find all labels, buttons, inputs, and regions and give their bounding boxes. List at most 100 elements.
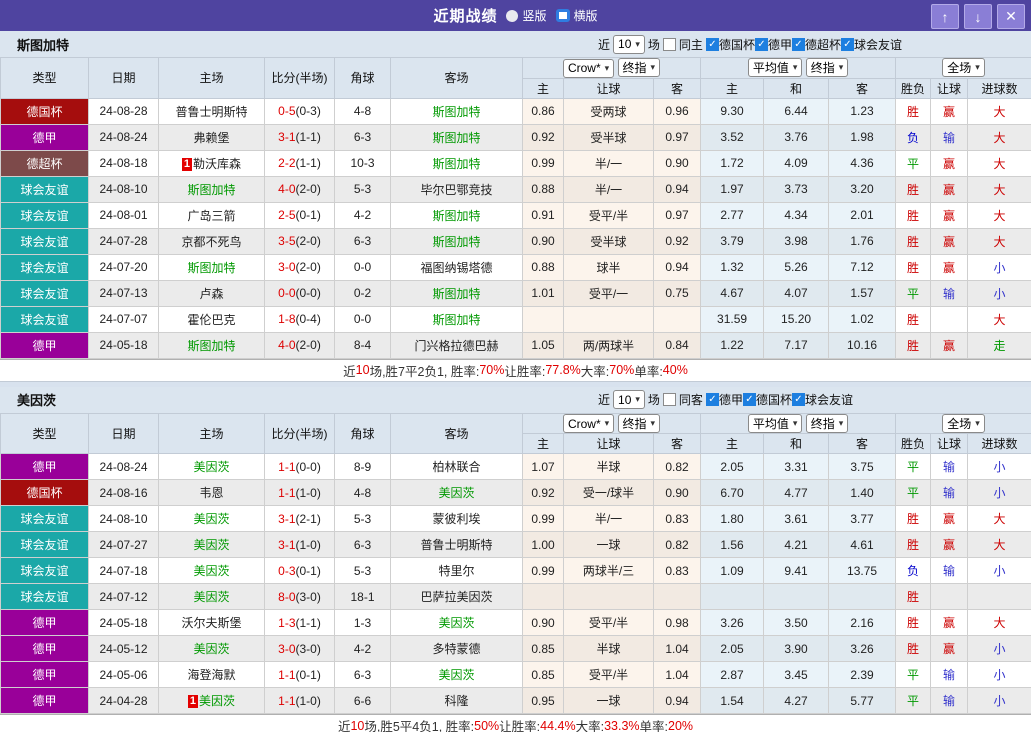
score: 1-1(0-0) [265, 454, 335, 480]
scope-group-header: 全场▾ [896, 58, 1031, 79]
same-venue-label: 同主 [679, 36, 703, 53]
league-filter-checkbox[interactable]: ✓ [841, 38, 854, 51]
col-header-type: 类型 [1, 58, 89, 99]
avg-draw: 15.20 [764, 306, 829, 332]
col-header-home: 主场 [159, 413, 265, 454]
result-goals: 小 [968, 688, 1031, 714]
subcol-handicap: 让球 [564, 434, 654, 454]
avg-home: 6.70 [701, 480, 764, 506]
away-team-name: 斯图加特 [432, 105, 480, 119]
layout-radio-horizontal[interactable]: 横版 [556, 7, 598, 24]
average-group-header: 平均值▾ 终指▾ [701, 58, 896, 79]
fulltime-score: 3-0 [278, 260, 295, 274]
scope-select[interactable]: 全场▾ [942, 58, 985, 77]
avg-home: 9.30 [701, 98, 764, 124]
odds-handicap: 受半球 [564, 228, 654, 254]
results-table: 类型 日期 主场 比分(半场) 角球 客场 Crow*▾ 终指▾ 平均值▾ 终指… [0, 57, 1031, 359]
away-team: 科隆 [391, 688, 523, 714]
average-select[interactable]: 平均值▾ [748, 414, 803, 433]
same-venue-checkbox[interactable] [663, 38, 676, 51]
match-row: 球会友谊24-07-12美因茨8-0(3-0)18-1巴萨拉美因茨胜 [1, 584, 1031, 610]
away-team: 斯图加特 [391, 306, 523, 332]
radio-selected-icon[interactable] [556, 9, 570, 22]
corner-score: 1-3 [335, 610, 391, 636]
odds-company-select[interactable]: Crow*▾ [563, 59, 614, 78]
odds-final-select[interactable]: 终指▾ [618, 58, 661, 77]
league-filter-checkbox[interactable]: ✓ [706, 393, 719, 406]
scope-select[interactable]: 全场▾ [942, 414, 985, 433]
halftime-score: (0-0) [296, 460, 321, 474]
home-team: 沃尔夫斯堡 [159, 610, 265, 636]
scope-group-header: 全场▾ [896, 413, 1031, 434]
odds-final-select[interactable]: 终指▾ [618, 414, 661, 433]
summary-segment: 50% [474, 719, 499, 732]
summary-segment: 大率: [576, 716, 604, 732]
away-team: 斯图加特 [391, 202, 523, 228]
odds-handicap: 一球 [564, 532, 654, 558]
move-down-button[interactable]: ↓ [964, 4, 992, 29]
home-team: 美因茨 [159, 532, 265, 558]
odds-company-select[interactable]: Crow*▾ [563, 414, 614, 433]
halftime-score: (2-0) [296, 234, 321, 248]
match-row: 德甲24-08-24弗赖堡3-1(1-1)6-3斯图加特0.92受半球0.973… [1, 124, 1031, 150]
home-team-name: 美因茨 [193, 564, 229, 578]
odds-away: 0.82 [654, 532, 701, 558]
summary-segment: 70% [609, 363, 634, 377]
average-final-select[interactable]: 终指▾ [806, 58, 849, 77]
chevron-down-icon: ▾ [651, 418, 656, 429]
match-count-select[interactable]: 10▾ [613, 390, 645, 409]
team-section: 斯图加特 近 10▾ 场 同主 ✓德国杯✓德甲✓德超杯✓球会友谊 类型 日期 主… [0, 31, 1031, 382]
result-outcome: 胜 [896, 254, 931, 280]
league-badge: 球会友谊 [1, 202, 89, 228]
league-badge: 球会友谊 [1, 176, 89, 202]
avg-home: 3.26 [701, 610, 764, 636]
result-outcome: 胜 [896, 202, 931, 228]
radio-icon[interactable] [506, 10, 518, 22]
same-venue-label: 同客 [679, 391, 703, 408]
odds-away: 0.84 [654, 332, 701, 358]
avg-away: 2.39 [829, 662, 896, 688]
close-button[interactable]: ✕ [997, 4, 1025, 29]
match-count-select[interactable]: 10▾ [613, 35, 645, 54]
chevron-down-icon: ▾ [605, 63, 610, 74]
match-row: 德甲24-05-12美因茨3-0(3-0)4-2多特蒙德0.85半球1.042.… [1, 636, 1031, 662]
league-badge: 德国杯 [1, 480, 89, 506]
avg-home: 3.52 [701, 124, 764, 150]
layout-radio-vertical[interactable]: 竖版 [506, 7, 546, 24]
league-filter-checkbox[interactable]: ✓ [706, 38, 719, 51]
league-badge: 德超杯 [1, 150, 89, 176]
result-handicap: 赢 [931, 98, 968, 124]
avg-draw: 3.76 [764, 124, 829, 150]
away-team: 美因茨 [391, 480, 523, 506]
corner-score: 5-3 [335, 176, 391, 202]
score: 4-0(2-0) [265, 176, 335, 202]
corner-score: 4-2 [335, 636, 391, 662]
result-handicap: 赢 [931, 636, 968, 662]
league-filter-checkbox[interactable]: ✓ [792, 393, 805, 406]
summary-segment: 70% [479, 363, 504, 377]
result-outcome: 胜 [896, 306, 931, 332]
result-outcome: 负 [896, 124, 931, 150]
summary-segment: 33.3% [604, 719, 639, 732]
league-filter-checkbox[interactable]: ✓ [755, 38, 768, 51]
move-up-button[interactable]: ↑ [931, 4, 959, 29]
average-final-select[interactable]: 终指▾ [806, 414, 849, 433]
league-badge: 球会友谊 [1, 506, 89, 532]
odds-away: 0.97 [654, 202, 701, 228]
same-venue-checkbox[interactable] [663, 393, 676, 406]
result-outcome: 平 [896, 662, 931, 688]
avg-home: 1.09 [701, 558, 764, 584]
score: 0-0(0-0) [265, 280, 335, 306]
score: 4-0(2-0) [265, 332, 335, 358]
section-header: 斯图加特 近 10▾ 场 同主 ✓德国杯✓德甲✓德超杯✓球会友谊 [0, 31, 1031, 57]
summary-segment: 40% [663, 363, 688, 377]
league-filter-checkbox[interactable]: ✓ [792, 38, 805, 51]
record-summary: 近10场,胜5平4负1, 胜率:50% 让胜率:44.4% 大率:33.3% 单… [0, 714, 1031, 732]
league-filter-checkbox[interactable]: ✓ [743, 393, 756, 406]
average-select[interactable]: 平均值▾ [748, 58, 803, 77]
home-team: 普鲁士明斯特 [159, 98, 265, 124]
odds-handicap: 半/一 [564, 150, 654, 176]
result-handicap: 输 [931, 480, 968, 506]
home-team-name: 美因茨 [193, 642, 229, 656]
halftime-score: (1-0) [296, 486, 321, 500]
